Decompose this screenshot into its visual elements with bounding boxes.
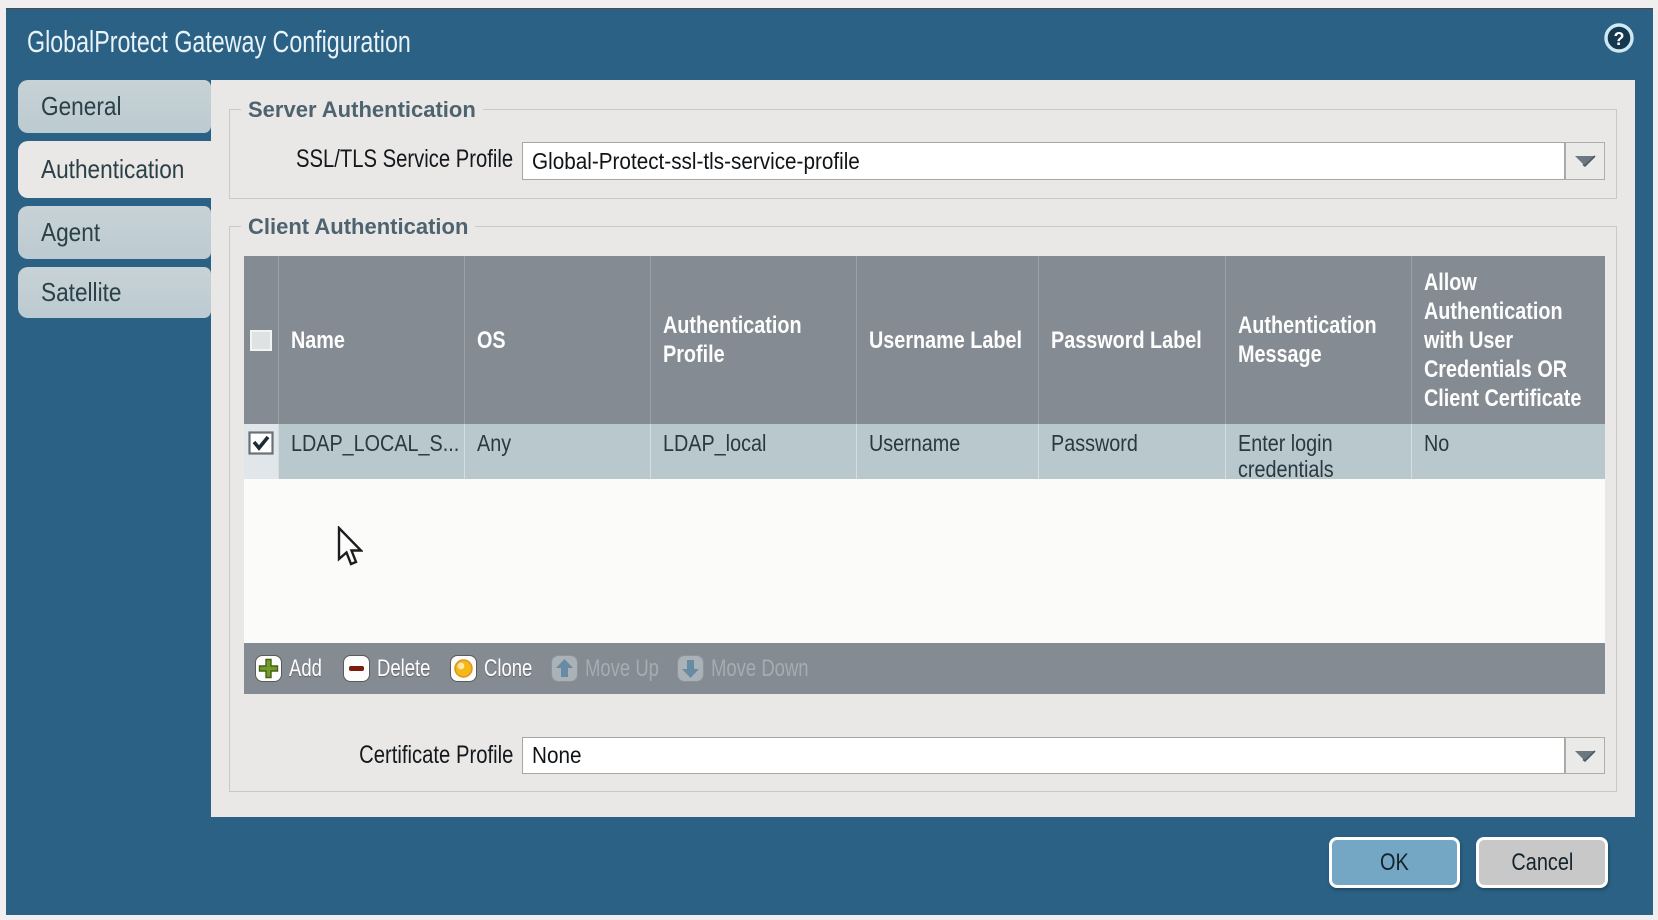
svg-text:?: ? <box>1614 29 1625 49</box>
